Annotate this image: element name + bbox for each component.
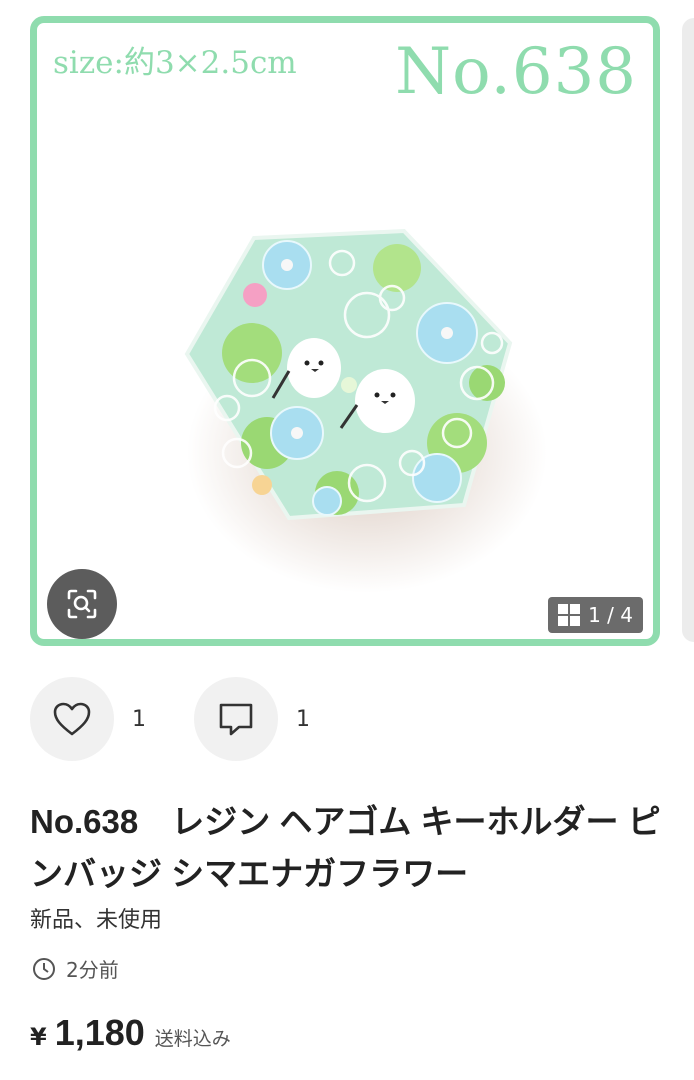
shipping-label: 送料込み — [154, 1028, 231, 1050]
currency-symbol: ¥ — [30, 1023, 47, 1051]
grid-icon — [558, 604, 581, 626]
comment-icon — [219, 703, 253, 736]
posted-time-text: 2分前 — [66, 958, 119, 982]
product-condition: 新品、未使用 — [30, 908, 163, 933]
price-value: 1,180 — [54, 1012, 145, 1053]
posted-time: 2分前 — [32, 954, 119, 983]
zoom-button[interactable] — [47, 569, 117, 639]
image-number-text: No.638 — [395, 35, 637, 109]
image-size-text: size:約3×2.5cm — [53, 45, 297, 81]
like-button[interactable] — [30, 677, 114, 761]
price-row: ¥ 1,180 送料込み — [30, 1012, 231, 1054]
next-image-peek[interactable] — [682, 18, 694, 642]
comment-button[interactable] — [194, 677, 278, 761]
product-photo — [184, 228, 547, 593]
product-image-gallery[interactable]: size:約3×2.5cm No.638 1 / 4 — [30, 16, 660, 646]
product-title: No.638 レジン ヘアゴム キーホルダー ピンバッジ シマエナガフラワー — [30, 803, 661, 892]
image-counter-text: 1 / 4 — [588, 603, 633, 627]
image-counter-badge[interactable]: 1 / 4 — [548, 597, 643, 633]
like-count: 1 — [132, 706, 146, 732]
lens-scan-icon — [67, 589, 97, 619]
comment-count: 1 — [296, 706, 310, 732]
clock-icon — [33, 957, 55, 980]
heart-icon — [53, 702, 91, 736]
action-row: 1 1 — [30, 676, 336, 762]
